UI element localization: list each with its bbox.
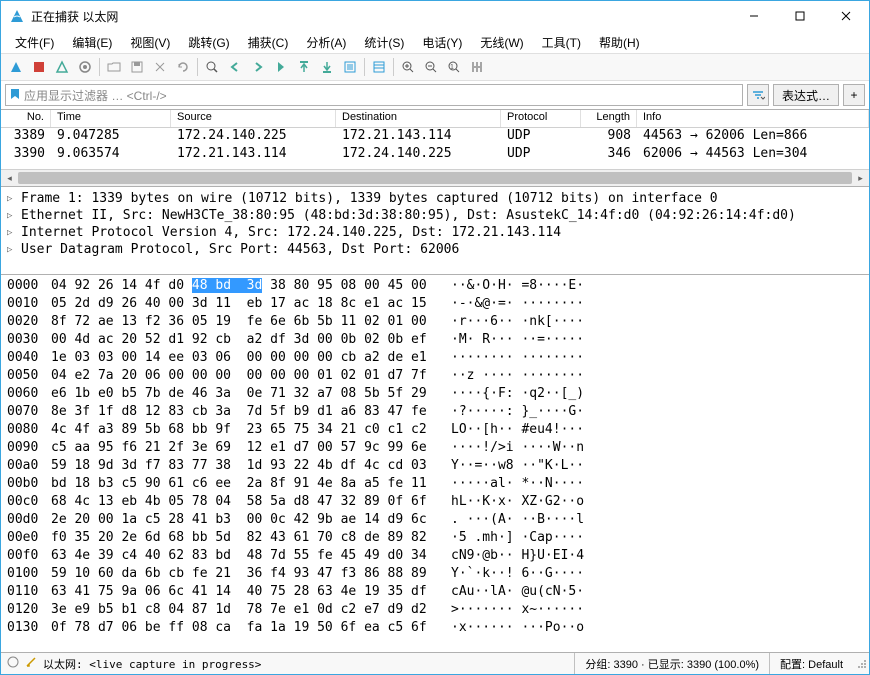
hex-row[interactable]: 001005 2d d9 26 40 00 3d 11 eb 17 ac 18 …: [7, 295, 863, 313]
packet-row[interactable]: 33909.063574172.21.143.114172.24.140.225…: [1, 146, 869, 164]
toolbar: 1: [1, 53, 869, 81]
hex-row[interactable]: 0060e6 1b e0 b5 7b de 46 3a 0e 71 32 a7 …: [7, 385, 863, 403]
col-header-source[interactable]: Source: [171, 110, 336, 127]
hex-row[interactable]: 00c068 4c 13 eb 4b 05 78 04 58 5a d8 47 …: [7, 493, 863, 511]
go-forward-icon[interactable]: [247, 56, 269, 78]
hex-row[interactable]: 00208f 72 ae 13 f2 36 05 19 fe 6e 6b 5b …: [7, 313, 863, 331]
menu-capture[interactable]: 捕获(C): [240, 32, 297, 53]
menu-edit[interactable]: 编辑(E): [64, 32, 120, 53]
minimize-button[interactable]: [731, 1, 777, 31]
go-back-icon[interactable]: [224, 56, 246, 78]
col-header-info[interactable]: Info: [637, 110, 869, 127]
col-header-length[interactable]: Length: [581, 110, 637, 127]
close-file-icon[interactable]: [149, 56, 171, 78]
go-last-icon[interactable]: [316, 56, 338, 78]
hex-row[interactable]: 005004 e2 7a 20 06 00 00 00 00 00 00 01 …: [7, 367, 863, 385]
detail-tree-item[interactable]: ▷Ethernet II, Src: NewH3CTe_38:80:95 (48…: [1, 207, 869, 224]
expand-icon[interactable]: ▷: [7, 194, 17, 204]
expand-icon[interactable]: ▷: [7, 211, 17, 221]
filter-placeholder: 应用显示过滤器 … <Ctrl-/>: [24, 87, 167, 104]
expand-icon[interactable]: ▷: [7, 245, 17, 255]
hex-row[interactable]: 01203e e9 b5 b1 c8 04 87 1d 78 7e e1 0d …: [7, 601, 863, 619]
menu-wireless[interactable]: 无线(W): [472, 32, 531, 53]
detail-tree-item[interactable]: ▷Internet Protocol Version 4, Src: 172.2…: [1, 224, 869, 241]
hex-row[interactable]: 003000 4d ac 20 52 d1 92 cb a2 df 3d 00 …: [7, 331, 863, 349]
hex-row[interactable]: 00401e 03 03 00 14 ee 03 06 00 00 00 00 …: [7, 349, 863, 367]
auto-scroll-icon[interactable]: [339, 56, 361, 78]
capture-options-icon[interactable]: [74, 56, 96, 78]
packet-bytes[interactable]: 000004 92 26 14 4f d0 48 bd 3d 38 80 95 …: [1, 275, 869, 652]
col-header-protocol[interactable]: Protocol: [501, 110, 581, 127]
detail-tree-item[interactable]: ▷User Datagram Protocol, Src Port: 44563…: [1, 241, 869, 258]
packet-list-header: No. Time Source Destination Protocol Len…: [1, 110, 869, 128]
detail-tree-item[interactable]: ▷Frame 1: 1339 bytes on wire (10712 bits…: [1, 190, 869, 207]
hex-row[interactable]: 00b0bd 18 b3 c5 90 61 c6 ee 2a 8f 91 4e …: [7, 475, 863, 493]
packet-list-scrollbar-horizontal[interactable]: ◂ ▸: [1, 169, 869, 186]
zoom-reset-icon[interactable]: 1: [443, 56, 465, 78]
menu-statistics[interactable]: 统计(S): [356, 32, 412, 53]
resize-columns-icon[interactable]: [466, 56, 488, 78]
packet-row[interactable]: 33899.047285172.24.140.225172.21.143.114…: [1, 128, 869, 146]
hex-row[interactable]: 00f063 4e 39 c4 40 62 83 bd 48 7d 55 fe …: [7, 547, 863, 565]
statusbar: 以太网: <live capture in progress> 分组: 3390…: [1, 652, 869, 674]
restart-capture-icon[interactable]: [51, 56, 73, 78]
status-interface: 以太网: <live capture in progress>: [43, 656, 261, 672]
col-header-destination[interactable]: Destination: [336, 110, 501, 127]
status-packets: 分组: 3390 · 已显示: 3390 (100.0%): [574, 653, 769, 674]
hex-row[interactable]: 010059 10 60 da 6b cb fe 21 36 f4 93 47 …: [7, 565, 863, 583]
status-profile[interactable]: 配置: Default: [769, 653, 853, 674]
go-first-icon[interactable]: [293, 56, 315, 78]
expert-info-icon[interactable]: [25, 656, 37, 671]
packet-details: ▷Frame 1: 1339 bytes on wire (10712 bits…: [1, 187, 869, 275]
app-icon: [9, 8, 25, 24]
menu-view[interactable]: 视图(V): [122, 32, 178, 53]
menu-go[interactable]: 跳转(G): [180, 32, 237, 53]
window-title: 正在捕获 以太网: [31, 8, 731, 25]
start-capture-icon[interactable]: [5, 56, 27, 78]
status-circle-icon: [7, 656, 19, 671]
hex-row[interactable]: 0090c5 aa 95 f6 21 2f 3e 69 12 e1 d7 00 …: [7, 439, 863, 457]
hex-row[interactable]: 00d02e 20 00 1a c5 28 41 b3 00 0c 42 9b …: [7, 511, 863, 529]
hex-row[interactable]: 00804c 4f a3 89 5b 68 bb 9f 23 65 75 34 …: [7, 421, 863, 439]
hex-row[interactable]: 00a059 18 9d 3d f7 83 77 38 1d 93 22 4b …: [7, 457, 863, 475]
hex-row[interactable]: 01300f 78 d7 06 be ff 08 ca fa 1a 19 50 …: [7, 619, 863, 637]
filterbar: 应用显示过滤器 … <Ctrl-/> 表达式… +: [1, 81, 869, 109]
resize-grip-icon[interactable]: [853, 657, 869, 671]
zoom-in-icon[interactable]: [397, 56, 419, 78]
maximize-button[interactable]: [777, 1, 823, 31]
reload-icon[interactable]: [172, 56, 194, 78]
save-file-icon[interactable]: [126, 56, 148, 78]
packet-list: No. Time Source Destination Protocol Len…: [1, 109, 869, 187]
col-header-time[interactable]: Time: [51, 110, 171, 127]
menu-telephony[interactable]: 电话(Y): [414, 32, 470, 53]
menu-help[interactable]: 帮助(H): [591, 32, 648, 53]
menu-analyze[interactable]: 分析(A): [298, 32, 354, 53]
add-filter-button[interactable]: +: [843, 84, 865, 106]
zoom-out-icon[interactable]: [420, 56, 442, 78]
svg-text:1: 1: [450, 64, 454, 71]
expand-icon[interactable]: ▷: [7, 228, 17, 238]
hex-row[interactable]: 00e0f0 35 20 2e 6d 68 bb 5d 82 43 61 70 …: [7, 529, 863, 547]
hex-row[interactable]: 00708e 3f 1f d8 12 83 cb 3a 7d 5f b9 d1 …: [7, 403, 863, 421]
display-filter-input[interactable]: 应用显示过滤器 … <Ctrl-/>: [5, 84, 743, 106]
stop-capture-icon[interactable]: [28, 56, 50, 78]
hex-row[interactable]: 011063 41 75 9a 06 6c 41 14 40 75 28 63 …: [7, 583, 863, 601]
filter-dropdown-button[interactable]: [747, 84, 769, 106]
go-to-packet-icon[interactable]: [270, 56, 292, 78]
find-packet-icon[interactable]: [201, 56, 223, 78]
menu-tools[interactable]: 工具(T): [534, 32, 589, 53]
bookmark-icon: [10, 88, 20, 103]
expression-button[interactable]: 表达式…: [773, 84, 839, 106]
menubar: 文件(F) 编辑(E) 视图(V) 跳转(G) 捕获(C) 分析(A) 统计(S…: [1, 31, 869, 53]
hex-row[interactable]: 000004 92 26 14 4f d0 48 bd 3d 38 80 95 …: [7, 277, 863, 295]
colorize-icon[interactable]: [368, 56, 390, 78]
open-file-icon[interactable]: [103, 56, 125, 78]
titlebar: 正在捕获 以太网: [1, 1, 869, 31]
menu-file[interactable]: 文件(F): [7, 32, 62, 53]
close-button[interactable]: [823, 1, 869, 31]
col-header-no[interactable]: No.: [1, 110, 51, 127]
